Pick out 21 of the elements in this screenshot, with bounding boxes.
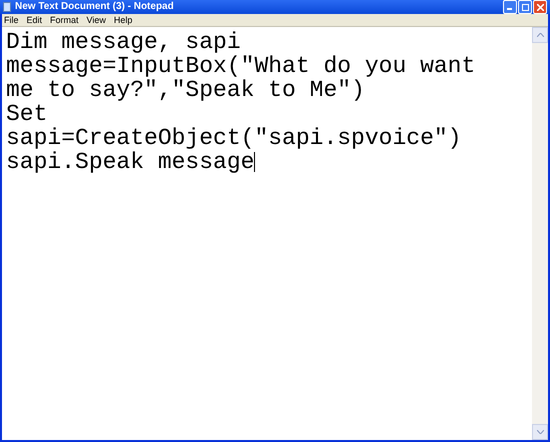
maximize-icon [522,4,528,10]
code-line: message=InputBox("What do you want [6,54,476,78]
scroll-up-button[interactable] [532,27,548,43]
menu-item[interactable]: Help [114,16,132,24]
code-line: me to say?","Speak to Me") [6,78,365,102]
menu-item[interactable]: File [4,16,19,24]
code-line: sapi.Speak message [6,150,254,174]
code-line: Dim message, sapi [6,30,241,54]
maximize-button[interactable] [518,0,532,14]
menu-item[interactable]: Edit [26,16,42,24]
menu-item[interactable]: View [86,16,106,24]
text-caret [254,152,256,172]
window-title: New Text Document (3) - Notepad [15,2,174,12]
code-line: sapi=CreateObject("sapi.spvoice") [6,126,462,150]
notepad-icon [3,2,11,12]
close-button[interactable] [533,0,547,14]
minimize-button[interactable] [503,0,517,14]
close-icon [536,4,544,10]
code-line: Set [6,102,48,126]
scroll-down-button[interactable] [532,424,548,440]
menu-item[interactable]: Format [50,16,79,24]
